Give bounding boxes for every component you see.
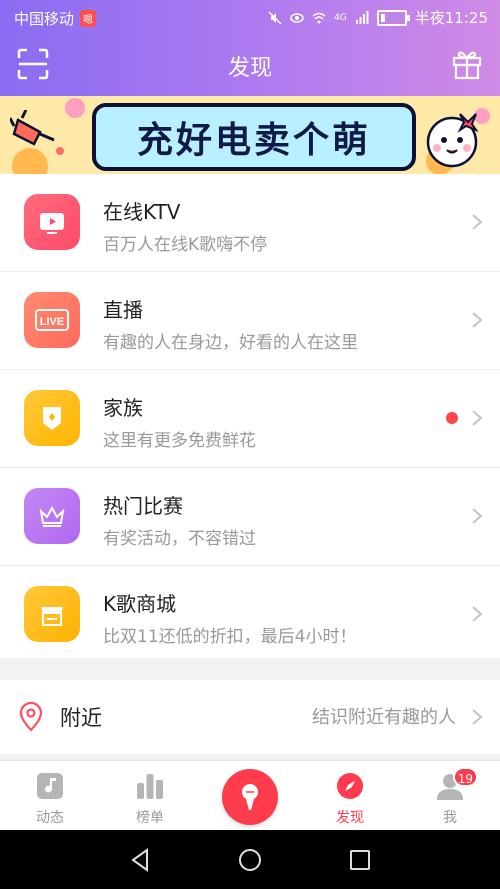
feature-list: 在线KTV 百万人在线K歌嗨不停 LIVE 直播有趣的人在身边，好看的人在这里家族这里…	[0, 174, 500, 663]
feature-row[interactable]: 热门比赛有奖活动，不容错过	[0, 468, 500, 566]
plug-icon	[10, 110, 55, 146]
feature-subtitle: 有奖活动，不容错过	[103, 529, 256, 549]
chevron-right-icon	[472, 709, 483, 725]
location-pin-icon	[19, 702, 43, 732]
feature-title: 在线KTV	[103, 200, 181, 224]
clock: 半夜11:25	[414, 9, 488, 27]
feature-subtitle: 百万人在线K歌嗨不停	[103, 235, 268, 255]
tab-discover-label: 发现	[336, 810, 364, 826]
microphone-icon	[242, 784, 258, 810]
banner-title-box: 充好电卖个萌	[92, 103, 416, 171]
cute-face-icon	[426, 113, 479, 168]
banner-title: 充好电卖个萌	[136, 120, 371, 161]
tab-dynamic-label: 动态	[36, 810, 64, 826]
nearby-hint: 结识附近有趣的人	[312, 707, 456, 728]
title-bar: 发现	[0, 34, 500, 96]
battery-icon	[376, 9, 410, 26]
feature-row[interactable]: 在线KTV 百万人在线K歌嗨不停	[0, 174, 500, 272]
wifi-icon	[312, 12, 326, 23]
network-type: 4G	[334, 12, 347, 23]
crown-icon	[24, 488, 80, 544]
tab-ranking-label: 榜单	[136, 810, 164, 826]
feature-title: 热门比赛	[103, 494, 183, 518]
feature-row[interactable]: 家族这里有更多免费鲜花	[0, 370, 500, 468]
status-bar: 中国移动 嗯 4G 半夜11:25	[0, 0, 500, 34]
section-gap	[0, 658, 500, 680]
chevron-right-icon	[472, 606, 483, 622]
live-icon: LIVE	[24, 292, 80, 348]
feature-row[interactable]: LIVE 直播有趣的人在身边，好看的人在这里	[0, 272, 500, 370]
header: 中国移动 嗯 4G 半夜11:25 发现	[0, 0, 500, 96]
carrier-badge: 嗯	[80, 10, 97, 27]
chart-icon	[137, 774, 163, 799]
tab-dynamic[interactable]: 动态	[10, 761, 90, 831]
music-note-icon	[37, 773, 63, 799]
mute-icon	[268, 10, 282, 25]
svg-text:LIVE: LIVE	[40, 316, 64, 328]
system-nav-bar	[0, 830, 500, 889]
feature-subtitle: 比双11还低的折扣，最后4小时！	[103, 627, 357, 647]
back-icon[interactable]	[125, 845, 155, 875]
tv-play-icon	[24, 194, 80, 250]
page-title: 发现	[227, 56, 272, 81]
recents-icon[interactable]	[345, 845, 375, 875]
eye-icon	[290, 12, 304, 23]
sing-button[interactable]	[222, 769, 278, 825]
nearby-title: 附近	[60, 706, 102, 730]
nearby-row[interactable]: 附近 结识附近有趣的人	[0, 680, 500, 754]
promo-banner[interactable]: 充好电卖个萌	[0, 96, 500, 174]
carrier-name: 中国移动	[14, 10, 75, 28]
feature-row[interactable]: K歌商城比双11还低的折扣，最后4小时！	[0, 566, 500, 663]
home-icon[interactable]	[235, 845, 265, 875]
feature-title: 直播	[103, 298, 143, 322]
notification-badge: 19	[452, 767, 478, 787]
chevron-right-icon	[472, 312, 483, 328]
shop-icon	[24, 586, 80, 642]
feature-subtitle: 这里有更多免费鲜花	[103, 431, 256, 451]
feature-title: 家族	[103, 396, 143, 420]
shield-icon	[24, 390, 80, 446]
compass-icon	[337, 773, 363, 799]
gift-icon[interactable]	[451, 48, 483, 80]
tab-ranking[interactable]: 榜单	[110, 761, 190, 831]
chevron-right-icon	[472, 214, 483, 230]
signal-icon	[355, 10, 369, 24]
chevron-right-icon	[472, 508, 483, 524]
tab-me[interactable]: 19 我	[410, 761, 490, 831]
feature-subtitle: 有趣的人在身边，好看的人在这里	[103, 333, 358, 353]
chevron-right-icon	[472, 410, 483, 426]
new-indicator-dot	[446, 412, 458, 424]
tab-discover[interactable]: 发现	[310, 761, 390, 831]
feature-title: K歌商城	[103, 592, 177, 616]
tab-me-label: 我	[443, 810, 457, 826]
tab-bar: 动态 榜单 发现 19 我	[0, 760, 500, 831]
